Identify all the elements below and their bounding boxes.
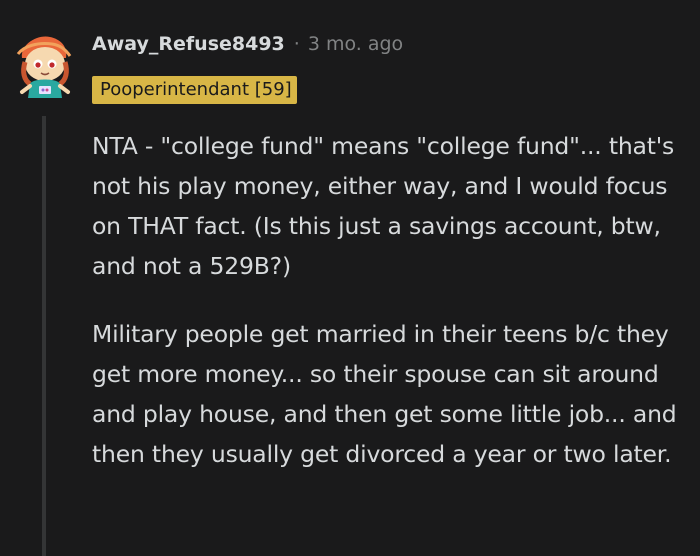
user-avatar-icon[interactable]	[8, 28, 82, 102]
meta-separator: ·	[293, 33, 300, 55]
user-flair: Pooperintendant [59]	[92, 76, 297, 104]
comment-paragraph: NTA - "college fund" means "college fund…	[92, 132, 675, 280]
comment: Away_Refuse8493 · 3 mo. ago Pooperintend…	[0, 0, 700, 556]
username-link[interactable]: Away_Refuse8493	[92, 33, 285, 55]
timestamp-link[interactable]: 3 mo. ago	[308, 33, 403, 55]
comment-header: Away_Refuse8493 · 3 mo. ago	[92, 33, 403, 55]
thread-line[interactable]	[42, 116, 46, 556]
comment-paragraph: Military people get married in their tee…	[92, 320, 677, 468]
comment-body: NTA - "college fund" means "college fund…	[92, 126, 694, 474]
